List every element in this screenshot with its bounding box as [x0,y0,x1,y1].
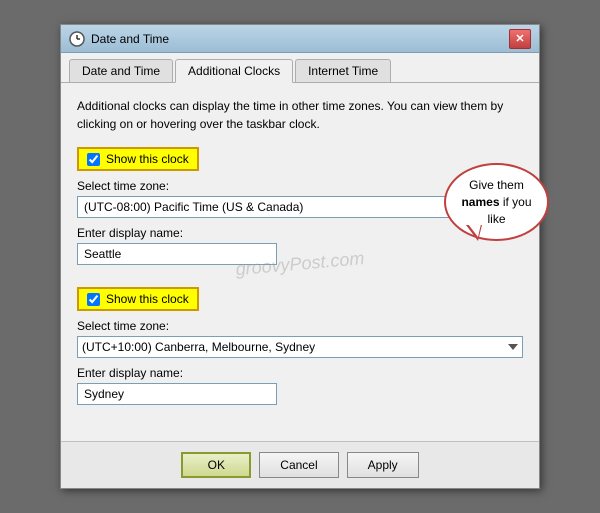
clock1-show-label: Show this clock [106,152,189,166]
tab-additional-clocks[interactable]: Additional Clocks [175,59,293,83]
clock2-displayname-label: Enter display name: [77,366,523,380]
titlebar-left: Date and Time [69,31,169,47]
clock2-displayname-field: Enter display name: [77,366,523,413]
clock1-checkbox[interactable] [87,153,100,166]
clock2-timezone-select[interactable]: (UTC+10:00) Canberra, Melbourne, Sydney [77,336,523,358]
clock1-displayname-label: Enter display name: [77,226,523,240]
cancel-button[interactable]: Cancel [259,452,338,478]
clock2-checkbox[interactable] [87,293,100,306]
clock1-checkbox-label[interactable]: Show this clock [77,147,199,171]
clock2-timezone-label: Select time zone: [77,319,523,333]
footer: OK Cancel Apply [61,441,539,488]
apply-button[interactable]: Apply [347,452,419,478]
tab-internet-time[interactable]: Internet Time [295,59,391,82]
titlebar-title: Date and Time [91,32,169,46]
close-button[interactable]: ✕ [509,29,531,49]
clock2-checkbox-label[interactable]: Show this clock [77,287,199,311]
description-text: Additional clocks can display the time i… [77,97,523,133]
clock-icon [69,31,85,47]
clock1-displayname-field: Enter display name: [77,226,523,273]
clock2-timezone-field: Select time zone: (UTC+10:00) Canberra, … [77,319,523,366]
tab-date-time[interactable]: Date and Time [69,59,173,82]
titlebar: Date and Time ✕ [61,25,539,53]
clock1-displayname-input[interactable] [77,243,277,265]
speech-bubble: Give them names if you like [444,163,549,241]
tab-content: groovyPost.com Give them names if you li… [61,83,539,441]
ok-button[interactable]: OK [181,452,251,478]
clock2-show-label: Show this clock [106,292,189,306]
clock2-section: Show this clock Select time zone: (UTC+1… [77,287,523,413]
speech-text-before: Give them names if you like [461,178,531,226]
tabs-bar: Date and Time Additional Clocks Internet… [61,53,539,83]
clock2-displayname-input[interactable] [77,383,277,405]
dialog-window: Date and Time ✕ Date and Time Additional… [60,24,540,489]
